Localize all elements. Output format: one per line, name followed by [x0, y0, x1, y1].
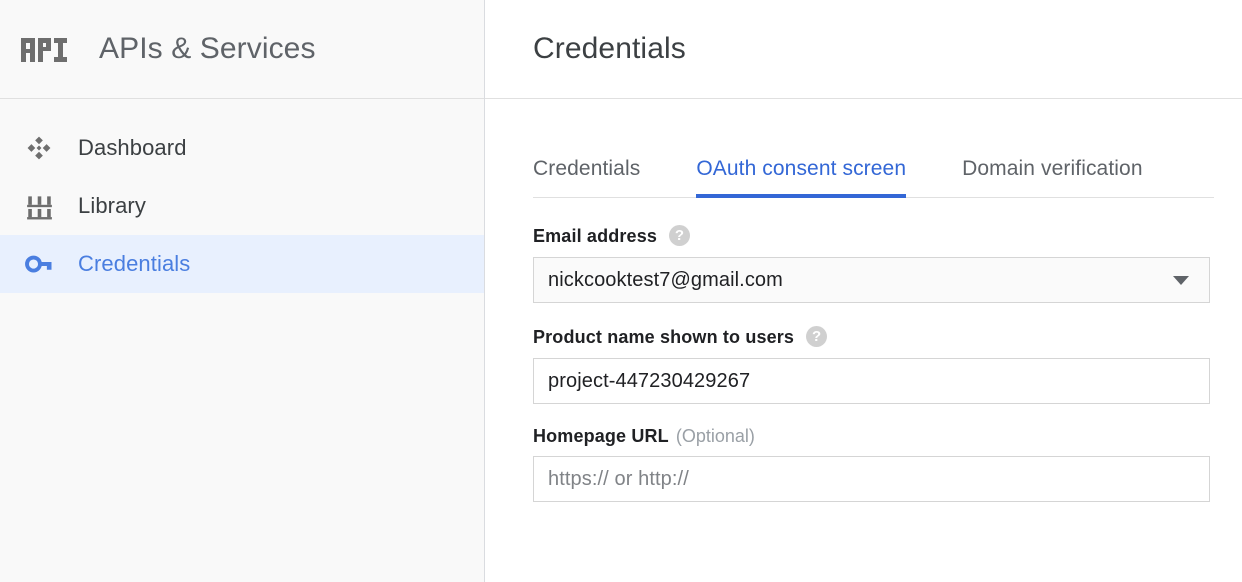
library-shelf-icon [0, 193, 78, 220]
main-header: Credentials [485, 0, 1242, 99]
field-label-row: Product name shown to users ? [533, 326, 1214, 347]
sidebar-header: APIs & Services [0, 0, 484, 99]
email-address-value: nickcooktest7@gmail.com [548, 270, 1173, 290]
sidebar-nav: Dashboard Library [0, 99, 484, 582]
tab-bar: Credentials OAuth consent screen Domain … [533, 132, 1214, 198]
field-product-name: Product name shown to users ? project-44… [533, 326, 1214, 404]
help-icon[interactable]: ? [669, 225, 690, 246]
product-name-value: project-447230429267 [548, 371, 750, 391]
sidebar: APIs & Services Dashboard [0, 0, 485, 582]
main-content: Credentials Credentials OAuth consent sc… [485, 0, 1242, 582]
main-body: Credentials OAuth consent screen Domain … [485, 99, 1242, 582]
field-homepage-url: Homepage URL (Optional) https:// or http… [533, 427, 1214, 502]
page-title: Credentials [533, 34, 686, 64]
field-email-address: Email address ? nickcooktest7@gmail.com [533, 225, 1214, 303]
sidebar-item-label: Dashboard [78, 137, 187, 159]
tab-domain-verification[interactable]: Domain verification [962, 158, 1142, 197]
tab-credentials[interactable]: Credentials [533, 158, 640, 197]
homepage-url-optional-note: (Optional) [676, 427, 755, 445]
email-address-label: Email address [533, 227, 657, 245]
dashboard-diamond-icon [0, 134, 78, 162]
brand-title: APIs & Services [99, 34, 316, 64]
sidebar-item-label: Library [78, 195, 146, 217]
help-icon[interactable]: ? [806, 326, 827, 347]
product-name-input[interactable]: project-447230429267 [533, 358, 1210, 404]
homepage-url-input[interactable]: https:// or http:// [533, 456, 1210, 502]
field-label-row: Email address ? [533, 225, 1214, 246]
product-name-label: Product name shown to users [533, 328, 794, 346]
app-root: APIs & Services Dashboard [0, 0, 1242, 582]
oauth-consent-form: Email address ? nickcooktest7@gmail.com … [533, 198, 1214, 502]
homepage-url-label: Homepage URL [533, 427, 669, 445]
tab-oauth-consent-screen[interactable]: OAuth consent screen [696, 158, 906, 197]
key-icon [0, 249, 78, 279]
sidebar-item-credentials[interactable]: Credentials [0, 235, 484, 293]
chevron-down-icon [1173, 276, 1189, 285]
homepage-url-placeholder: https:// or http:// [548, 469, 689, 489]
sidebar-item-library[interactable]: Library [0, 177, 484, 235]
sidebar-item-dashboard[interactable]: Dashboard [0, 119, 484, 177]
email-address-select[interactable]: nickcooktest7@gmail.com [533, 257, 1210, 303]
field-label-row: Homepage URL (Optional) [533, 427, 1214, 445]
sidebar-item-label: Credentials [78, 253, 190, 275]
api-logo-icon [10, 36, 78, 62]
